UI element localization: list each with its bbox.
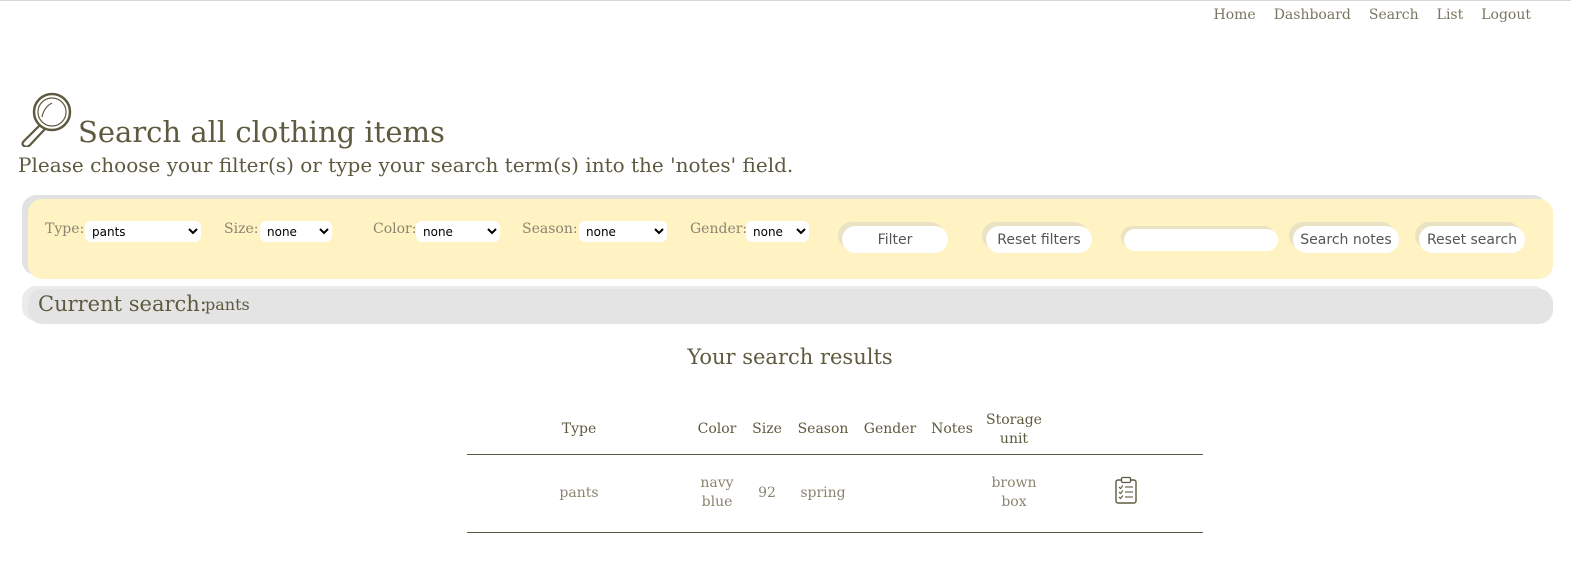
notes-search-input[interactable] (1124, 229, 1278, 251)
column-header-gender: Gender (855, 406, 925, 455)
cell-notes (925, 454, 979, 533)
column-header-color: Color (691, 406, 743, 455)
filter-button[interactable]: Filter (842, 226, 948, 253)
column-header-storage-unit: Storage unit (979, 406, 1049, 455)
cell-gender (855, 454, 925, 533)
clipboard-checklist-icon[interactable] (1114, 476, 1138, 510)
size-filter-label: Size: (224, 221, 259, 237)
page-header: Search all clothing items (18, 91, 445, 147)
column-header-season: Season (791, 406, 855, 455)
column-header-size: Size (743, 406, 791, 455)
current-search-bar: Current search: pants (28, 289, 1553, 324)
column-header-type: Type (467, 406, 691, 455)
type-filter-label: Type: (45, 221, 85, 237)
nav-list-link[interactable]: List (1437, 7, 1464, 23)
table-row: pants navy blue 92 spring brown box (467, 454, 1203, 533)
cell-action (1049, 454, 1203, 533)
reset-filters-button[interactable]: Reset filters (986, 226, 1092, 253)
size-filter-select[interactable]: none (260, 221, 332, 242)
page-title: Search all clothing items (78, 115, 445, 149)
magnifier-icon (18, 91, 74, 147)
type-filter-select[interactable]: pants (85, 221, 201, 242)
season-filter-label: Season: (522, 221, 578, 237)
gender-filter-select[interactable]: none (746, 221, 809, 242)
nav-home-link[interactable]: Home (1213, 7, 1255, 23)
column-header-actions (1049, 406, 1203, 455)
column-header-notes: Notes (925, 406, 979, 455)
page-subtitle: Please choose your filter(s) or type you… (18, 153, 794, 177)
nav-search-link[interactable]: Search (1369, 7, 1419, 23)
cell-type: pants (467, 454, 691, 533)
search-notes-button[interactable]: Search notes (1293, 226, 1399, 253)
results-heading: Your search results (687, 345, 893, 369)
nav-logout-link[interactable]: Logout (1481, 7, 1531, 23)
cell-color: navy blue (691, 454, 743, 533)
gender-filter-label: Gender: (690, 221, 748, 237)
cell-size: 92 (743, 454, 791, 533)
results-table: Type Color Size Season Gender Notes Stor… (467, 406, 1203, 533)
reset-search-button[interactable]: Reset search (1419, 226, 1525, 253)
cell-season: spring (791, 454, 855, 533)
top-navigation: Home Dashboard Search List Logout (1213, 7, 1531, 23)
cell-storage-unit: brown box (979, 454, 1049, 533)
nav-dashboard-link[interactable]: Dashboard (1274, 7, 1351, 23)
season-filter-select[interactable]: none (579, 221, 667, 242)
current-search-value: pants (205, 295, 250, 314)
color-filter-select[interactable]: none (416, 221, 500, 242)
current-search-label: Current search: (38, 292, 207, 316)
color-filter-label: Color: (373, 221, 417, 237)
table-header-row: Type Color Size Season Gender Notes Stor… (467, 406, 1203, 455)
